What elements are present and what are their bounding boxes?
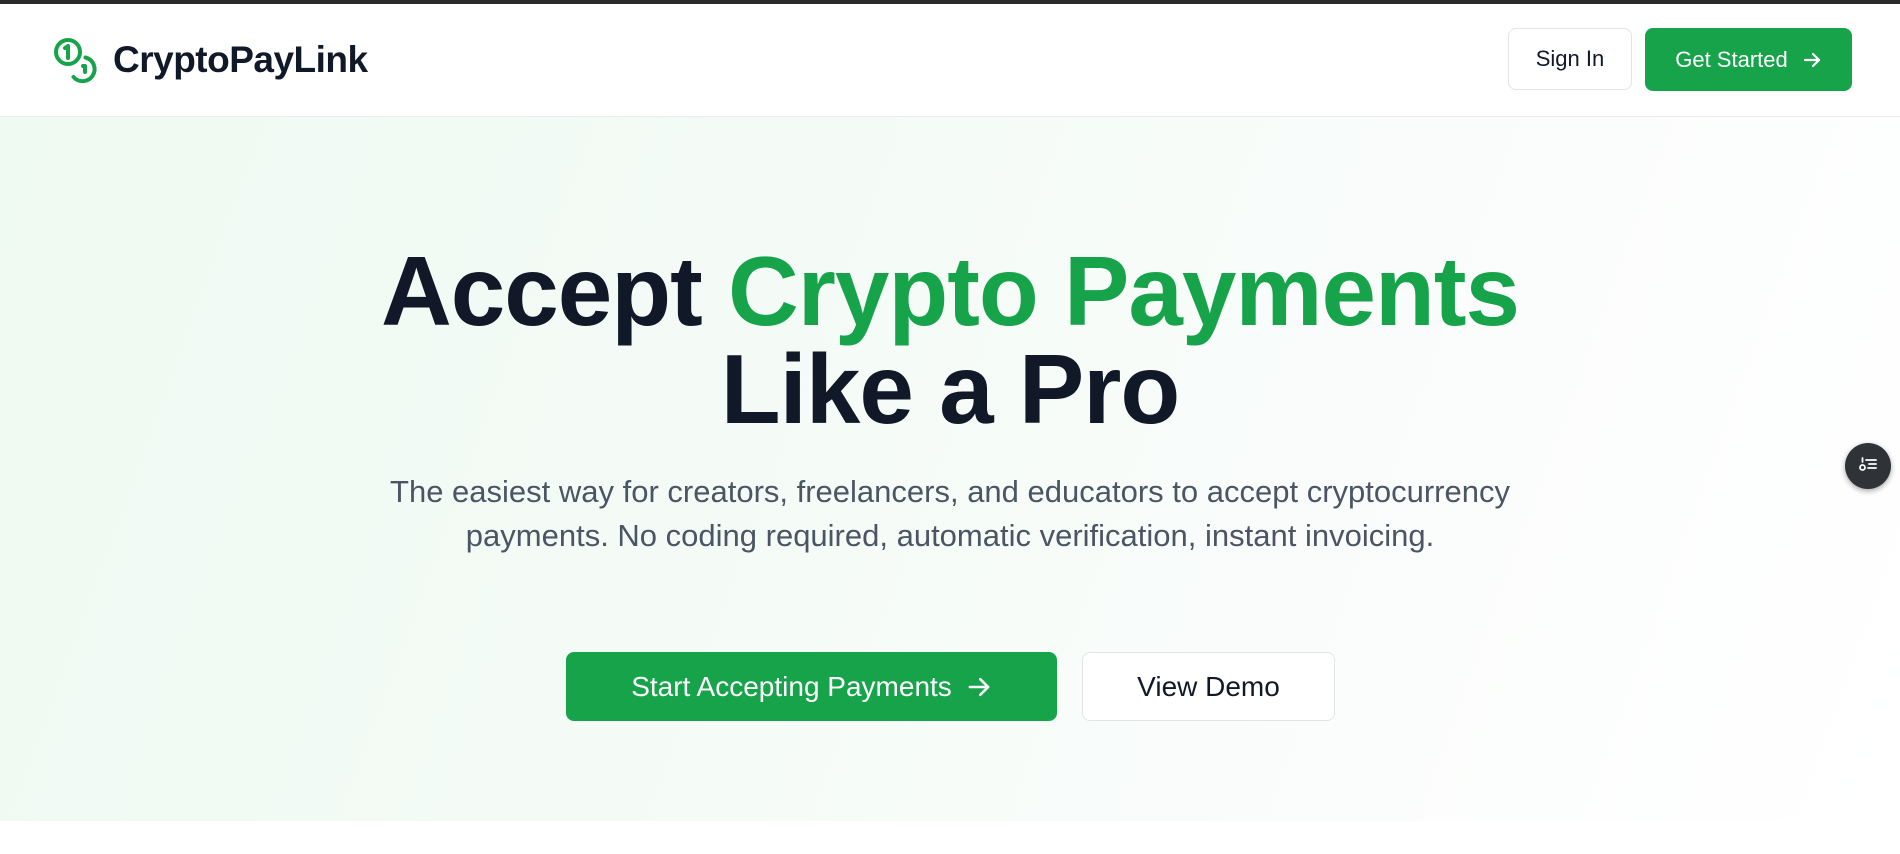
arrow-right-icon bbox=[966, 674, 992, 700]
hero-title-line2: Like a Pro bbox=[720, 334, 1180, 444]
get-started-button[interactable]: Get Started bbox=[1645, 28, 1852, 91]
start-accepting-payments-button[interactable]: Start Accepting Payments bbox=[566, 652, 1057, 721]
landing-page: CryptoPayLink Sign In Get Started Accept… bbox=[0, 4, 1900, 854]
list-settings-icon bbox=[1856, 452, 1880, 481]
view-demo-label: View Demo bbox=[1137, 670, 1280, 702]
hero-section: Accept Crypto Payments Like a Pro The ea… bbox=[0, 117, 1900, 821]
brand-logo-link[interactable]: CryptoPayLink bbox=[52, 36, 368, 84]
coins-icon bbox=[52, 36, 100, 84]
hero-title: Accept Crypto Payments Like a Pro bbox=[0, 242, 1900, 438]
start-accepting-payments-label: Start Accepting Payments bbox=[631, 670, 952, 702]
site-header: CryptoPayLink Sign In Get Started bbox=[0, 4, 1900, 117]
sign-in-button[interactable]: Sign In bbox=[1508, 28, 1632, 90]
hero-subtitle: The easiest way for creators, freelancer… bbox=[390, 474, 1510, 553]
hero-title-accent: Crypto Payments bbox=[728, 236, 1520, 346]
arrow-right-icon bbox=[1802, 50, 1822, 70]
get-started-label: Get Started bbox=[1675, 46, 1788, 72]
view-demo-button[interactable]: View Demo bbox=[1082, 652, 1335, 721]
hero-title-part1: Accept bbox=[380, 236, 728, 346]
floating-menu-button[interactable] bbox=[1845, 443, 1891, 489]
brand-name: CryptoPayLink bbox=[113, 39, 368, 80]
sign-in-label: Sign In bbox=[1535, 46, 1605, 71]
